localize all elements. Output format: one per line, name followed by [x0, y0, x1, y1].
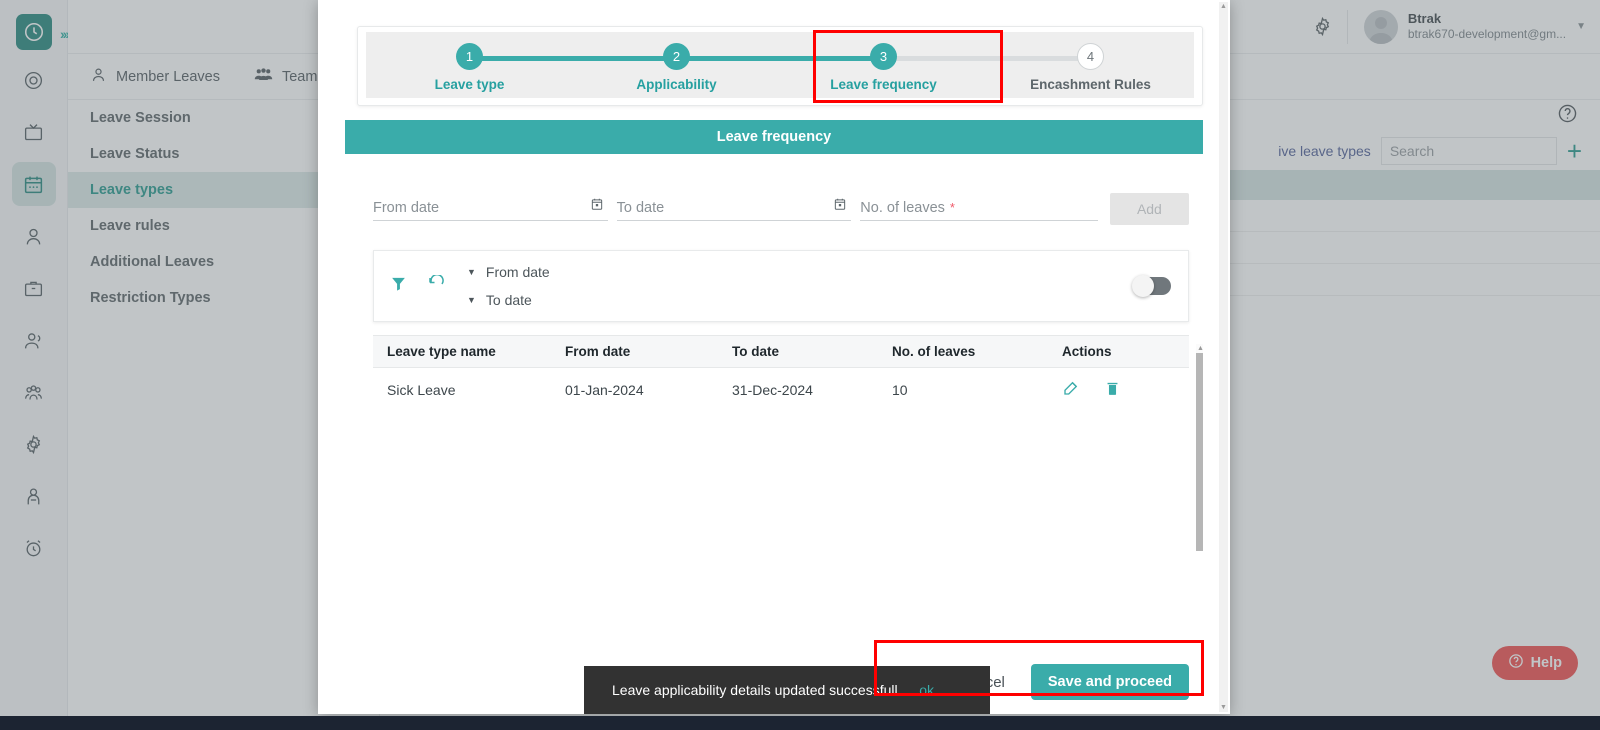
bottom-strip — [0, 716, 1600, 730]
toast-notification: Leave applicability details updated succ… — [584, 666, 990, 714]
wizard-step-label: Leave type — [434, 77, 505, 92]
edit-icon[interactable] — [1062, 379, 1080, 400]
wizard-step-label: Encashment Rules — [1030, 77, 1151, 92]
step-number: 3 — [870, 43, 897, 70]
modal-overlay[interactable]: ▲ ▼ 1 Leave type 2 Applicability 3 Leave… — [0, 0, 1600, 730]
save-and-proceed-button[interactable]: Save and proceed — [1030, 664, 1189, 700]
wizard-step-leave-type[interactable]: 1 Leave type — [366, 32, 677, 92]
leave-frequency-table: Leave type name From date To date No. of… — [373, 335, 1189, 411]
filter-to-date[interactable]: ▼ To date — [467, 292, 550, 308]
wizard-step-applicability[interactable]: 2 Applicability — [573, 32, 884, 92]
trash-icon[interactable] — [1104, 380, 1121, 400]
calendar-icon[interactable] — [590, 197, 604, 216]
funnel-icon[interactable] — [390, 275, 407, 297]
toast-ok-button[interactable]: ok — [919, 682, 990, 698]
step-number: 1 — [456, 43, 483, 70]
leave-frequency-entry-row: From date To date No. of leaves * Add — [345, 155, 1203, 225]
from-date-placeholder: From date — [373, 199, 440, 216]
scroll-down-arrow-icon[interactable]: ▼ — [1219, 703, 1228, 712]
column-header-from-date: From date — [551, 335, 718, 368]
table-scrollbar[interactable]: ▲ — [1196, 344, 1203, 551]
cell-to-date: 31-Dec-2024 — [732, 381, 813, 398]
table-header-row: Leave type name From date To date No. of… — [373, 335, 1189, 368]
cell-leave-type-name: Sick Leave — [387, 381, 456, 398]
leave-type-wizard-dialog: ▲ ▼ 1 Leave type 2 Applicability 3 Leave… — [318, 0, 1230, 714]
cell-no-of-leaves: 10 — [892, 381, 908, 398]
to-date-input[interactable]: To date — [616, 195, 852, 221]
filter-from-date-label: From date — [485, 264, 550, 280]
step-number: 4 — [1077, 43, 1104, 70]
section-title: Leave frequency — [345, 120, 1203, 154]
table-row[interactable]: Sick Leave 01-Jan-2024 31-Dec-2024 10 — [373, 368, 1189, 412]
wizard-step-label: Leave frequency — [830, 77, 937, 92]
cell-from-date: 01-Jan-2024 — [565, 381, 644, 398]
column-header-actions: Actions — [1048, 335, 1189, 368]
from-date-input[interactable]: From date — [373, 195, 608, 221]
filter-panel-actions — [374, 273, 445, 298]
column-header-to-date: To date — [718, 335, 878, 368]
toggle-knob — [1132, 275, 1154, 297]
no-of-leaves-input[interactable]: No. of leaves * — [860, 195, 1098, 221]
scroll-up-arrow-icon[interactable]: ▲ — [1219, 2, 1228, 11]
filter-to-date-label: To date — [485, 292, 532, 308]
filter-from-date[interactable]: ▼ From date — [467, 264, 550, 280]
column-header-no-of-leaves: No. of leaves — [878, 335, 1048, 368]
caret-down-icon[interactable]: ▼ — [467, 267, 476, 277]
filter-toggle-switch[interactable] — [1132, 275, 1171, 297]
caret-down-icon[interactable]: ▼ — [467, 295, 476, 305]
wizard-stepper-track: 1 Leave type 2 Applicability 3 Leave fre… — [366, 32, 1194, 98]
dialog-body: From date To date No. of leaves * Add ▼ … — [345, 154, 1203, 714]
no-of-leaves-placeholder: No. of leaves — [860, 199, 945, 216]
scrollbar-thumb[interactable] — [1196, 353, 1203, 551]
filter-fields: ▼ From date ▼ To date — [467, 264, 550, 308]
calendar-icon[interactable] — [833, 197, 847, 216]
wizard-step-leave-frequency[interactable]: 3 Leave frequency — [780, 32, 1091, 92]
scroll-up-arrow-icon[interactable]: ▲ — [1196, 344, 1203, 353]
wizard-step-label: Applicability — [636, 77, 717, 92]
dialog-scrollbar[interactable]: ▲ ▼ — [1219, 2, 1228, 712]
cell-actions — [1048, 368, 1189, 412]
filter-panel: ▼ From date ▼ To date — [373, 250, 1189, 322]
dialog-footer: ancel Save and proceed — [959, 664, 1189, 700]
leave-frequency-table-wrap: Leave type name From date To date No. of… — [373, 335, 1203, 551]
step-number: 2 — [663, 43, 690, 70]
wizard-step-encashment-rules[interactable]: 4 Encashment Rules — [987, 32, 1194, 92]
toast-message: Leave applicability details updated succ… — [612, 682, 898, 698]
required-asterisk: * — [949, 200, 955, 215]
wizard-stepper: 1 Leave type 2 Applicability 3 Leave fre… — [357, 26, 1203, 106]
reset-icon[interactable] — [427, 273, 445, 298]
add-button[interactable]: Add — [1109, 193, 1189, 225]
column-header-leave-type-name: Leave type name — [373, 335, 551, 368]
to-date-placeholder: To date — [616, 199, 665, 216]
